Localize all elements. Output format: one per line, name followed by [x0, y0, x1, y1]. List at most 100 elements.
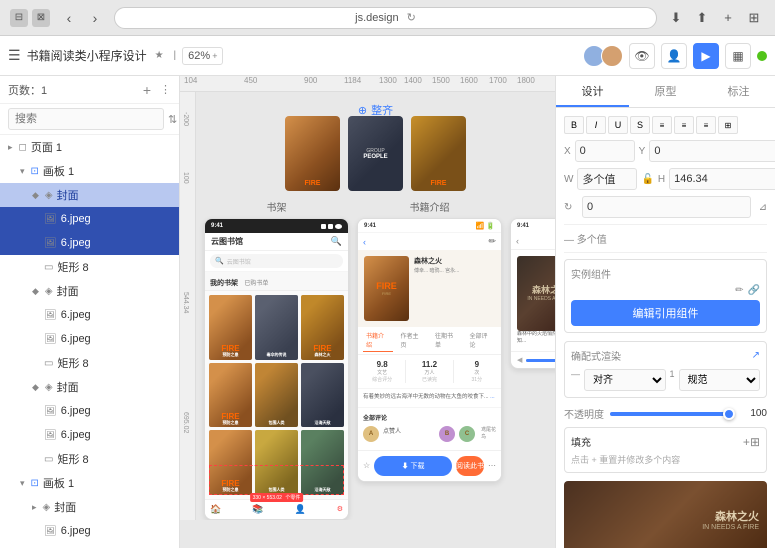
canvas-area[interactable]: 104 450 900 1184 1300 1400 1500 1600 170…: [180, 76, 555, 548]
share-browser-btn[interactable]: ⬆: [691, 7, 713, 29]
fill-add-btn[interactable]: +: [743, 435, 750, 449]
bs-search-box[interactable]: 🔍 云图书馆: [210, 254, 343, 268]
tab-notes[interactable]: 标注: [702, 76, 775, 107]
browser-btn-2[interactable]: ⊠: [32, 9, 50, 27]
layer-item-page[interactable]: ▸ ◻ 页面 1: [0, 135, 179, 159]
tab-design[interactable]: 设计: [556, 76, 629, 107]
align-center-btn[interactable]: ≡: [674, 116, 694, 134]
browser-btn-1[interactable]: ⊟: [10, 9, 28, 27]
bd-read-btn[interactable]: 阅读此书: [456, 456, 484, 476]
bd-tab-author[interactable]: 作者主页: [398, 329, 428, 352]
bs-footer-settings[interactable]: ⚙: [337, 505, 343, 513]
layer-item-img-7[interactable]: 🖼 6.jpeg: [0, 519, 179, 543]
person-icon-btn[interactable]: 👤: [661, 43, 687, 69]
bs-book-1[interactable]: FIRE 预防之患: [209, 295, 252, 360]
instance-link-icon[interactable]: 🔗: [748, 285, 760, 296]
layer-item-rect-2[interactable]: ▭ 矩形 8: [0, 351, 179, 375]
rd-footer-icon-1[interactable]: ◀: [517, 356, 522, 364]
underline-btn[interactable]: U: [608, 116, 628, 134]
layer-item-group-3[interactable]: ◆ ◈ 封面: [0, 375, 179, 399]
layer-item-img-5[interactable]: 🖼 6.jpeg: [0, 399, 179, 423]
layer-name: 页面 1: [31, 139, 171, 155]
my-books-title: 我的书架: [210, 280, 238, 287]
h-input[interactable]: [669, 168, 775, 190]
book-name: 沿海天敌: [315, 421, 331, 425]
bold-btn[interactable]: B: [564, 116, 584, 134]
bd-download-btn[interactable]: ⬇ 下载: [374, 456, 452, 476]
rotation-row: ↻ ⊿: [564, 196, 767, 218]
layer-item-rect-3[interactable]: ▭ 矩形 8: [0, 447, 179, 471]
bd-back-btn[interactable]: ‹: [363, 237, 366, 247]
w-input[interactable]: [577, 168, 637, 190]
y-input[interactable]: [649, 140, 775, 162]
strikethrough-btn[interactable]: S: [630, 116, 650, 134]
layer-item-img-1[interactable]: 🖼 6.jpeg: [0, 207, 179, 231]
layer-item-img-2[interactable]: 🖼 6.jpeg: [0, 231, 179, 255]
tab-prototype[interactable]: 原型: [629, 76, 702, 107]
layer-item-group-4[interactable]: ▸ ◈ 封面: [0, 495, 179, 519]
action-icon-2[interactable]: ⋯: [488, 461, 496, 470]
bs-footer-home[interactable]: 🏠: [210, 504, 221, 515]
bd-tab-intro[interactable]: 书籍介绍: [363, 329, 393, 352]
layer-search-input[interactable]: [8, 108, 164, 130]
bs-book-4[interactable]: FIRE 预防之患: [209, 363, 252, 428]
img-icon: 🖼: [44, 526, 57, 537]
layer-item-img-3[interactable]: 🖼 6.jpeg: [0, 303, 179, 327]
canvas-content-area[interactable]: ⊕ 整齐 FIRE GROUP PEOPLE: [196, 92, 555, 520]
plus-browser-btn[interactable]: +: [717, 7, 739, 29]
layer-item-group-2[interactable]: ◆ ◈ 封面: [0, 279, 179, 303]
zoom-control[interactable]: 62% +: [182, 47, 223, 65]
auto-layout-select-2[interactable]: 规范: [679, 369, 761, 391]
nav-back-btn[interactable]: ‹: [58, 7, 80, 29]
instance-comp-btn[interactable]: 编辑引用组件: [571, 300, 760, 326]
layer-item-img-6[interactable]: 🖼 6.jpeg: [0, 423, 179, 447]
italic-btn[interactable]: I: [586, 116, 606, 134]
nav-forward-btn[interactable]: ›: [84, 7, 106, 29]
desc-more-btn[interactable]: ...: [490, 394, 495, 400]
bs-book-3[interactable]: FIRE 森林之火: [301, 295, 344, 360]
bd-tab-books[interactable]: 往期书单: [432, 329, 462, 352]
download-browser-btn[interactable]: ⬇: [665, 7, 687, 29]
panel-settings-icon[interactable]: ⋮: [160, 83, 171, 96]
layer-item-img-4[interactable]: 🖼 6.jpeg: [0, 327, 179, 351]
bs-book-2[interactable]: 毒伞的传说: [255, 295, 298, 360]
bs-book-6[interactable]: 沿海天敌: [301, 363, 344, 428]
bd-tab-reviews[interactable]: 全部评论: [467, 329, 497, 352]
rotation-input[interactable]: [582, 196, 751, 218]
eye-icon-btn[interactable]: 👁: [629, 43, 655, 69]
grid-view-btn[interactable]: ⊞: [718, 116, 738, 134]
align-left-btn[interactable]: ≡: [652, 116, 672, 134]
refresh-icon[interactable]: ↻: [407, 11, 416, 24]
action-icon-1[interactable]: ☆: [363, 461, 370, 470]
align-marker[interactable]: ⊕ 整齐: [358, 102, 393, 118]
layer-sort-btn[interactable]: ⇅: [168, 110, 177, 128]
auto-layout-link[interactable]: ↗: [752, 350, 760, 361]
layer-item-img-8[interactable]: 🖼 6.jpeg: [0, 543, 179, 548]
x-input[interactable]: [575, 140, 635, 162]
divider-icon: |: [174, 50, 177, 61]
play-icon-btn[interactable]: ▶: [693, 43, 719, 69]
align-right-btn[interactable]: ≡: [696, 116, 716, 134]
layer-item-artboard-1[interactable]: ▾ ⊡ 画板 1: [0, 159, 179, 183]
layer-item-artboard-2[interactable]: ▾ ⊡ 画板 1: [0, 471, 179, 495]
fill-grid-btn[interactable]: ⊞: [750, 435, 760, 449]
url-bar[interactable]: js.design ↻: [114, 7, 657, 29]
bs-footer-person[interactable]: 👤: [294, 504, 305, 515]
layer-item-group-1[interactable]: ◆ ◈ 封面: [0, 183, 179, 207]
bs-book-5[interactable]: 包围人类: [255, 363, 298, 428]
artboard-icon: ⊡: [31, 478, 39, 489]
bs-footer-book[interactable]: 📚: [252, 504, 263, 515]
instance-edit-icon[interactable]: ✏: [735, 285, 743, 296]
opacity-slider[interactable]: [610, 412, 735, 416]
v-ruler-mark: 100: [182, 172, 189, 184]
group-icon: ◈: [43, 502, 51, 513]
bd-edit-icon[interactable]: ✏: [488, 236, 496, 247]
puzzle-browser-btn[interactable]: ⊞: [743, 7, 765, 29]
layer-item-rect-1[interactable]: ▭ 矩形 8: [0, 255, 179, 279]
right-panel-body: B I U S ≡ ≡ ≡ ⊞ X Y W: [556, 108, 775, 548]
add-layer-btn[interactable]: +: [138, 81, 156, 99]
auto-layout-select-1[interactable]: 对齐: [584, 369, 666, 391]
menu-icon[interactable]: ☰: [8, 47, 21, 64]
grid-icon-btn[interactable]: ▦: [725, 43, 751, 69]
bs-search-btn[interactable]: 🔍: [331, 236, 342, 247]
